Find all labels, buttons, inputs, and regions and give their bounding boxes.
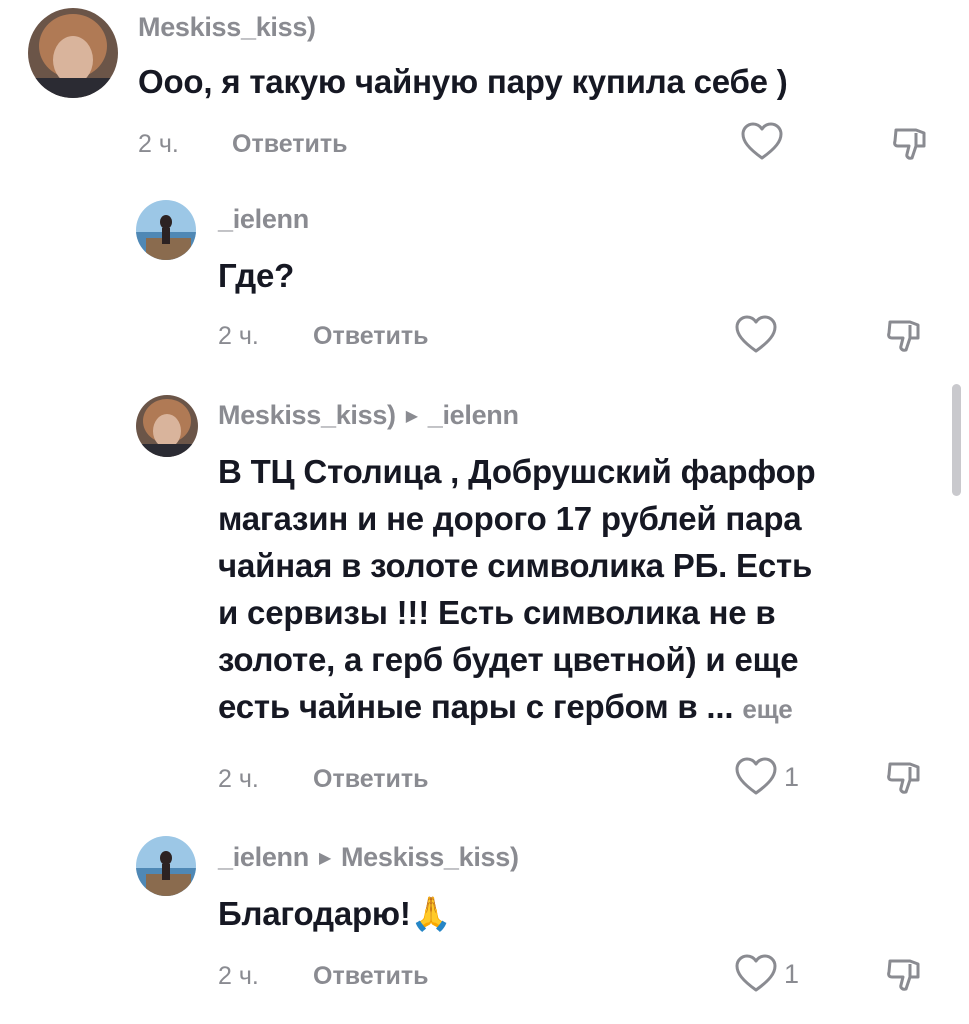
avatar-photo: [136, 200, 196, 260]
heart-outline-icon: [735, 954, 777, 992]
comment-text: Где?: [218, 257, 295, 294]
caret-right-icon: ▶: [405, 408, 418, 425]
avatar[interactable]: [28, 8, 118, 98]
thumbs-down-icon: [893, 128, 926, 160]
reply-to-username[interactable]: _ielenn: [428, 400, 519, 430]
heart-outline-icon: [735, 315, 777, 353]
folded-hands-emoji: 🙏: [410, 895, 452, 932]
caret-right-icon: ▶: [318, 850, 331, 867]
like-button[interactable]: [740, 122, 784, 162]
avatar-photo: [136, 836, 196, 896]
dislike-button[interactable]: [890, 124, 930, 169]
dislike-button[interactable]: [884, 316, 924, 361]
comment-time: 2 ч.: [218, 765, 259, 793]
heart-outline-icon: [741, 122, 783, 160]
reply-button[interactable]: Ответить: [313, 962, 429, 991]
comment-username[interactable]: Meskiss_kiss): [138, 12, 316, 43]
thumbs-down-icon: [887, 959, 920, 991]
comment-text: Благодарю!🙏: [218, 895, 452, 932]
comment-text: Ооо, я такую чайную пару купила себе ): [138, 63, 788, 100]
more-link[interactable]: еще: [742, 694, 792, 724]
like-button[interactable]: 1: [734, 954, 799, 994]
thumbs-down-icon: [887, 762, 920, 794]
reply-button[interactable]: Ответить: [313, 765, 429, 794]
heart-outline-icon: [735, 757, 777, 795]
reply-button[interactable]: Ответить: [313, 322, 429, 351]
reply-to-username[interactable]: Meskiss_kiss): [341, 842, 519, 872]
avatar[interactable]: [136, 395, 198, 457]
like-count: 1: [784, 761, 800, 792]
avatar[interactable]: [136, 200, 196, 260]
reply-button[interactable]: Ответить: [232, 130, 348, 159]
avatar[interactable]: [136, 836, 196, 896]
comment-username[interactable]: _ielenn ▶ Meskiss_kiss): [218, 842, 519, 873]
avatar-photo: [136, 395, 198, 457]
comment-time: 2 ч.: [218, 322, 259, 350]
like-button[interactable]: 1: [734, 757, 799, 797]
dislike-button[interactable]: [884, 758, 924, 803]
thumbs-down-icon: [887, 320, 920, 352]
avatar-photo: [28, 8, 118, 98]
like-button[interactable]: [734, 315, 778, 355]
like-count: 1: [784, 958, 800, 989]
comment-username[interactable]: Meskiss_kiss) ▶ _ielenn: [218, 400, 519, 431]
comment-username[interactable]: _ielenn: [218, 204, 309, 235]
comment-time: 2 ч.: [218, 962, 259, 990]
comment-text: В ТЦ Столица , Добрушский фарфор магазин…: [218, 453, 816, 725]
comment-time: 2 ч.: [138, 130, 179, 158]
scrollbar[interactable]: [952, 384, 961, 496]
dislike-button[interactable]: [884, 955, 924, 1000]
